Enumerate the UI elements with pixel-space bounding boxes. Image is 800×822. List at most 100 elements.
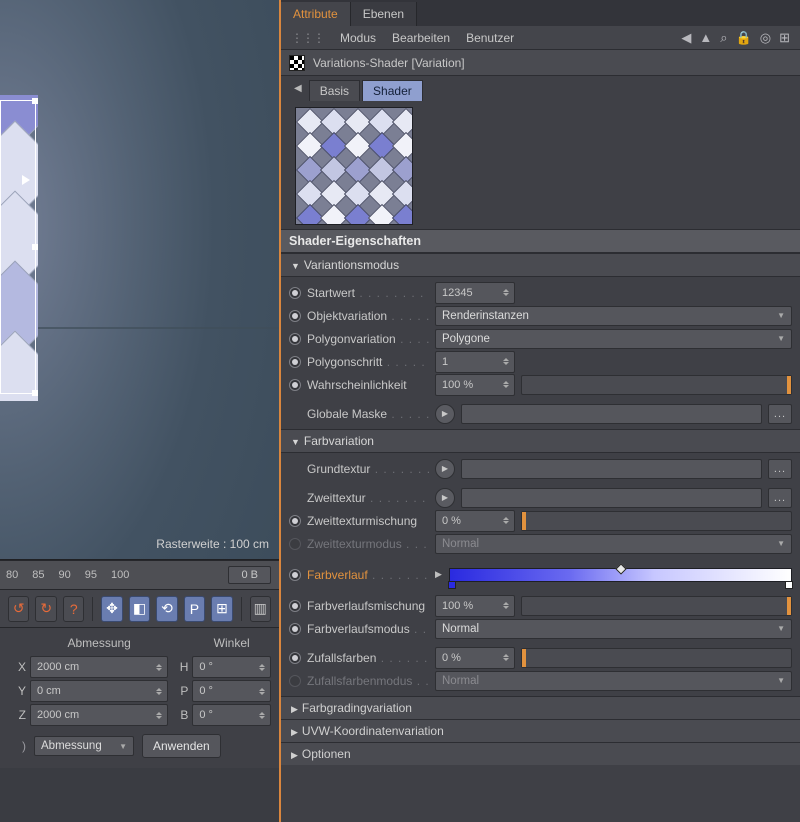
dropdown-randmode: Normal▼ (435, 671, 792, 691)
subtab-prev-icon[interactable]: ◀ (289, 80, 307, 101)
tab-attribute[interactable]: Attribute (281, 2, 351, 26)
shader-preview[interactable] (295, 107, 413, 225)
radio-randcol[interactable] (289, 652, 301, 664)
input-prob[interactable]: 100 % (435, 374, 515, 396)
scale-mode-dropdown[interactable]: Abmessung▼ (34, 736, 134, 756)
radio-seed[interactable] (289, 287, 301, 299)
input-polystep[interactable]: 1 (435, 351, 515, 373)
lock-icon[interactable]: 🔒 (736, 30, 752, 46)
tick: 85 (32, 569, 44, 581)
sectex-arrow-button[interactable]: ▶ (435, 488, 455, 508)
mask-browse-button[interactable]: ... (768, 404, 792, 424)
size-X[interactable]: 2000 cm (30, 656, 168, 678)
frames-icon[interactable]: ▥ (250, 596, 271, 622)
radio-randmode (289, 675, 301, 687)
label-seed: Startwert (307, 286, 429, 300)
up-icon[interactable]: ▲ (699, 30, 712, 46)
label-grad: Farbverlauf (307, 568, 429, 582)
radio-secmix[interactable] (289, 515, 301, 527)
axis-label: Y (8, 680, 28, 702)
dropdown-objvar[interactable]: Renderinstanzen▼ (435, 306, 792, 326)
size-Y[interactable]: 0 cm (30, 680, 168, 702)
group-options[interactable]: ▶Optionen (281, 742, 800, 765)
axis-label: X (8, 656, 28, 678)
apply-button[interactable]: Anwenden (142, 734, 221, 758)
label-randmode: Zufallsfarbenmodus (307, 674, 429, 688)
input-gradmix[interactable]: 100 % (435, 595, 515, 617)
help-icon[interactable]: ? (63, 596, 84, 622)
radio-prob[interactable] (289, 379, 301, 391)
mask-texture-slot[interactable] (461, 404, 762, 424)
label-gradmix: Farbverlaufsmischung (307, 599, 429, 613)
gradient-editor[interactable] (449, 568, 792, 582)
selection-box[interactable] (0, 100, 36, 394)
viewport-canvas[interactable] (0, 0, 279, 559)
input-seed[interactable]: 12345 (435, 282, 515, 304)
rotate-icon[interactable]: ⟲ (156, 596, 177, 622)
dropdown-polyvar[interactable]: Polygone▼ (435, 329, 792, 349)
sectex-slot[interactable] (461, 488, 762, 508)
gradient-knob[interactable] (615, 563, 626, 574)
group-variation[interactable]: ▼Variantionsmodus (281, 253, 800, 277)
redo-icon[interactable]: ↻ (35, 596, 56, 622)
new-icon[interactable]: ⊞ (779, 30, 790, 46)
radio-polystep[interactable] (289, 356, 301, 368)
search-icon[interactable]: ⌕ (720, 30, 727, 46)
slider-prob[interactable] (521, 375, 792, 395)
gradient-stop-right[interactable] (785, 581, 793, 589)
target-icon[interactable]: ◎ (760, 30, 771, 46)
scale-icon[interactable]: ◧ (129, 596, 150, 622)
slider-secmix[interactable] (521, 511, 792, 531)
handle-br[interactable] (32, 390, 38, 396)
timeline[interactable]: 80 85 90 95 100 0 B (0, 560, 279, 590)
sectex-browse-button[interactable]: ... (768, 488, 792, 508)
axis-icon[interactable]: ⊞ (211, 596, 232, 622)
angle-B[interactable]: 0 ° (192, 704, 271, 726)
subtab-shader[interactable]: Shader (362, 80, 423, 101)
slider-gradmix[interactable] (521, 596, 792, 616)
current-frame[interactable]: 0 B (228, 566, 271, 584)
psr-icon[interactable]: P (184, 596, 205, 622)
size-Z[interactable]: 2000 cm (30, 704, 168, 726)
timeline-ruler[interactable]: 80 85 90 95 100 (6, 569, 224, 581)
menu-user[interactable]: Benutzer (466, 31, 514, 45)
radio-secmode (289, 538, 301, 550)
viewport[interactable]: Rasterweite : 100 cm (0, 0, 279, 560)
group-grading[interactable]: ▶Farbgradingvariation (281, 696, 800, 719)
tick: 95 (85, 569, 97, 581)
angle-H[interactable]: 0 ° (192, 656, 271, 678)
back-icon[interactable]: ◀ (681, 30, 691, 46)
radio-polyvar[interactable] (289, 333, 301, 345)
section-shader-props: Shader-Eigenschaften (281, 229, 800, 253)
slider-randcol[interactable] (521, 648, 792, 668)
radio-gradmix[interactable] (289, 600, 301, 612)
subtab-basis[interactable]: Basis (309, 80, 360, 101)
basetex-slot[interactable] (461, 459, 762, 479)
tick: 80 (6, 569, 18, 581)
gradient-stop-left[interactable] (448, 581, 456, 589)
dropdown-gradmode[interactable]: Normal▼ (435, 619, 792, 639)
move-icon[interactable]: ✥ (101, 596, 122, 622)
angle-P[interactable]: 0 ° (192, 680, 271, 702)
basetex-browse-button[interactable]: ... (768, 459, 792, 479)
label-polystep: Polygonschritt (307, 355, 429, 369)
radio-grad[interactable] (289, 569, 301, 581)
radio-objvar[interactable] (289, 310, 301, 322)
menu-mode[interactable]: Modus (340, 31, 376, 45)
grip-icon[interactable]: ⋮⋮⋮ (291, 31, 324, 45)
label-mask: Globale Maske (307, 407, 429, 421)
tab-layers[interactable]: Ebenen (351, 2, 417, 26)
radio-gradmode[interactable] (289, 623, 301, 635)
basetex-arrow-button[interactable]: ▶ (435, 459, 455, 479)
grad-expand-icon[interactable]: ▶ (435, 569, 443, 580)
handle-mr[interactable] (32, 244, 38, 250)
input-randcol[interactable]: 0 % (435, 647, 515, 669)
label-secmix: Zweittexturmischung (307, 514, 429, 528)
handle-tr[interactable] (32, 98, 38, 104)
undo-icon[interactable]: ↺ (8, 596, 29, 622)
input-secmix[interactable]: 0 % (435, 510, 515, 532)
group-uvw[interactable]: ▶UVW-Koordinatenvariation (281, 719, 800, 742)
group-color[interactable]: ▼Farbvariation (281, 429, 800, 453)
mask-arrow-button[interactable]: ▶ (435, 404, 455, 424)
menu-edit[interactable]: Bearbeiten (392, 31, 450, 45)
